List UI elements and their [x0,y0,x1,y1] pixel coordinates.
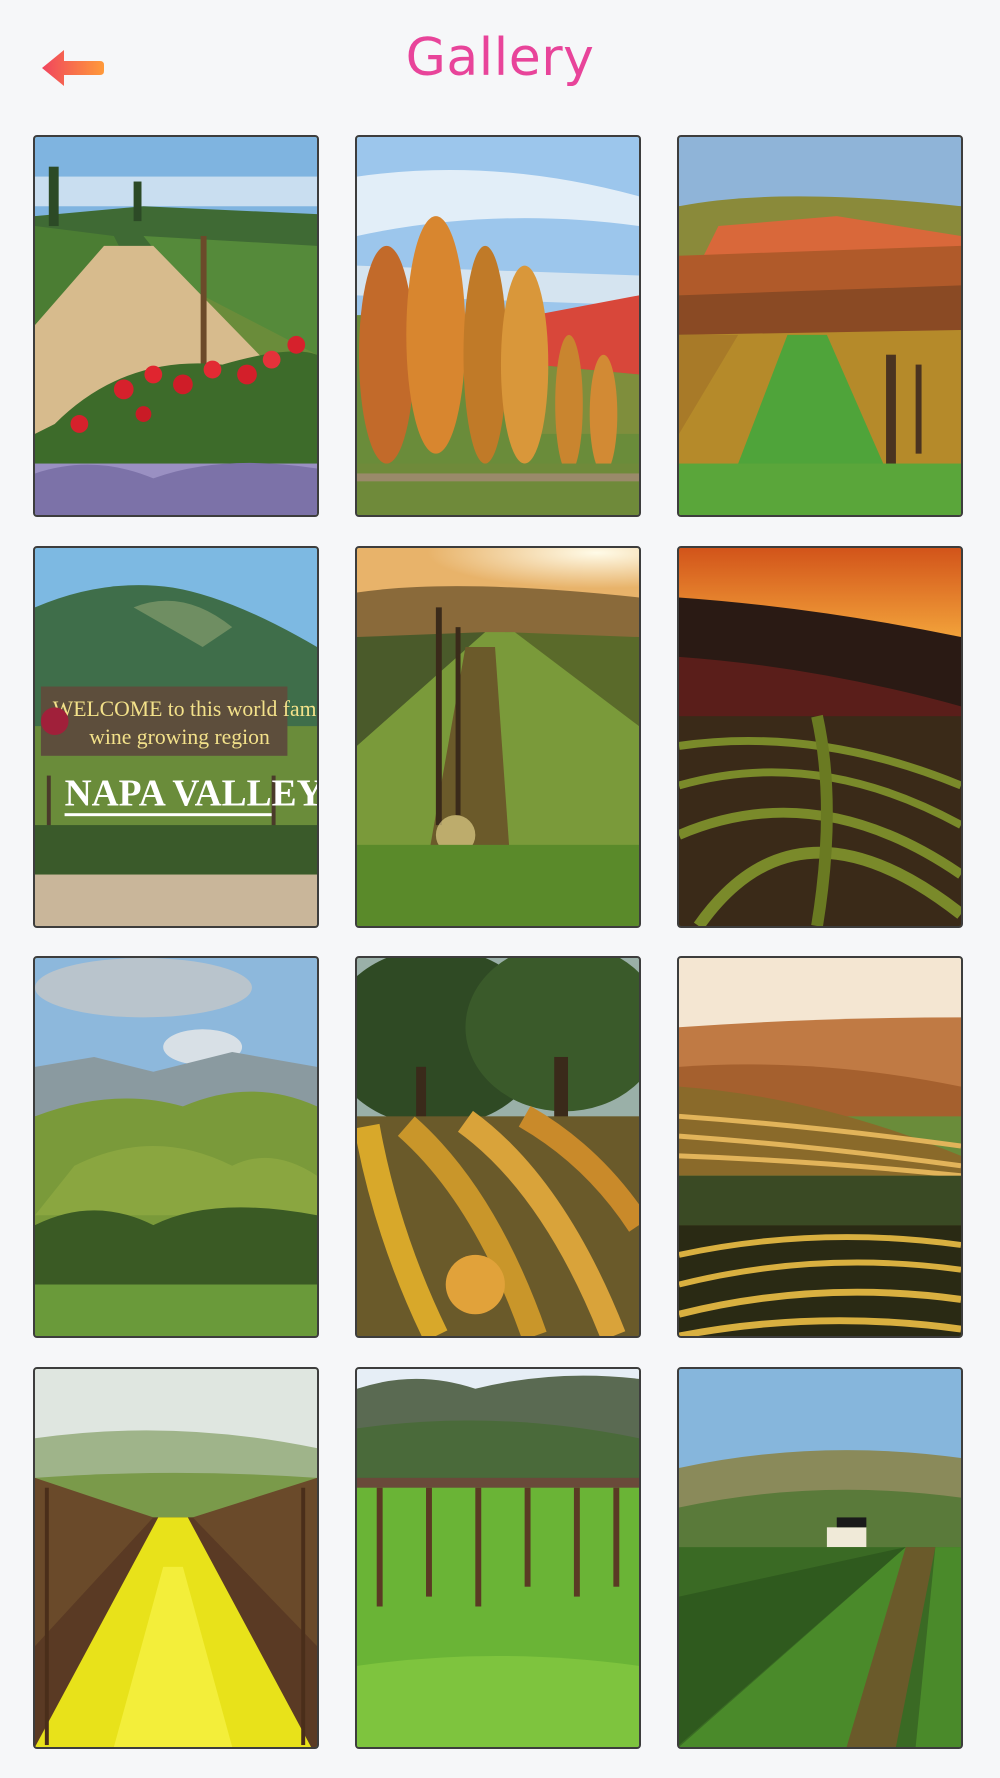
gallery-photo-1[interactable] [33,135,319,517]
gallery-photo-11[interactable] [355,1367,641,1749]
sign-line-1: WELCOME to this world famous [53,697,317,721]
gallery-photo-12[interactable] [677,1367,963,1749]
gallery-photo-2[interactable] [355,135,641,517]
photo-grid: WELCOME to this world famous wine growin… [0,0,1000,1778]
gallery-photo-4[interactable]: WELCOME to this world famous wine growin… [33,546,319,928]
gallery-photo-3[interactable] [677,135,963,517]
sign-name: NAPA VALLEY [65,773,317,814]
gallery-photo-8[interactable] [355,956,641,1338]
gallery-photo-9[interactable] [677,956,963,1338]
gallery-photo-10[interactable] [33,1367,319,1749]
gallery-photo-6[interactable] [677,546,963,928]
gallery-photo-5[interactable] [355,546,641,928]
sign-line-2: wine growing region [89,725,270,749]
gallery-photo-7[interactable] [33,956,319,1338]
